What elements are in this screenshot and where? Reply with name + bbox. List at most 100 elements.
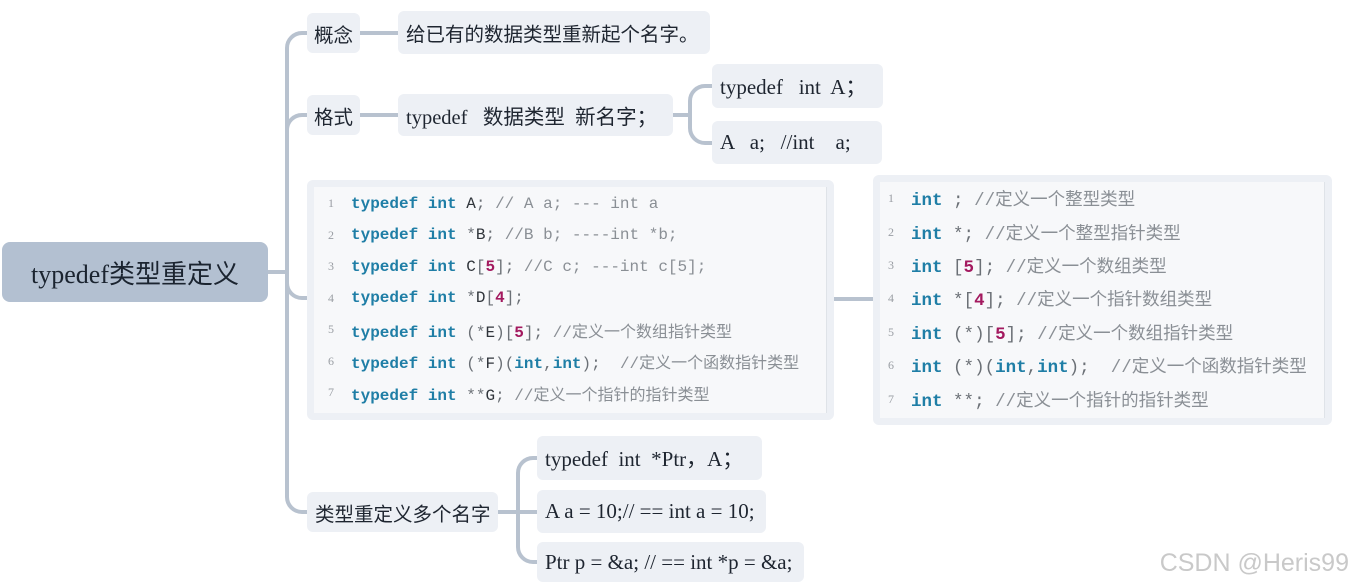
code-operator: ( (984, 358, 996, 379)
code-operator: ( (466, 355, 476, 374)
code-keyword: int (911, 358, 943, 379)
code-operator: [ (485, 289, 496, 308)
code-operator: [ (953, 257, 964, 278)
code-line: 7 typedef int **G; //定义一个指针的指针类型 (314, 377, 826, 409)
code-comment: //定义一个指针的指针类型 (995, 391, 1209, 412)
code-comment: //定义一个指针的指针类型 (514, 386, 710, 405)
code-operator: ( (466, 323, 476, 342)
line-number: 4 (328, 290, 334, 305)
code-comment: //定义一个整型类型 (974, 191, 1136, 212)
code-block-body: 1 int ; //定义一个整型类型 2 int *; //定义一个整型指针类型… (880, 182, 1325, 418)
code-keyword: typedef (351, 289, 419, 308)
code-line: 5 int (*)[5]; //定义一个数组指针类型 (880, 316, 1324, 349)
code-operator: ) (495, 355, 505, 374)
code-keyword: int (995, 358, 1027, 379)
code-operator: ] (495, 257, 505, 276)
code-text: typedef int (*E)[5]; //定义一个数组指针类型 (348, 318, 732, 342)
multi-names-example-text: typedef int *Ptr，A； (545, 447, 744, 471)
code-text: int **; //定义一个指针的指针类型 (902, 387, 1209, 412)
code-identifier: E (485, 323, 496, 342)
code-operator: ( (504, 355, 515, 374)
watermark: CSDN @Heris99 (1159, 549, 1349, 577)
code-operator: ] (523, 323, 534, 342)
topic-concept: 概念 (307, 13, 360, 53)
code-text: int ; //定义一个整型类型 (902, 186, 1135, 211)
code-identifier: A (466, 194, 476, 213)
code-keyword: typedef (351, 355, 419, 374)
code-operator: ; (485, 226, 496, 245)
root-topic-label: typedef类型重定义 (31, 259, 239, 289)
code-keyword: int (911, 291, 943, 312)
code-keyword: int (427, 257, 457, 276)
topic-format-label: 格式 (314, 107, 354, 129)
code-operator: ) (581, 355, 592, 374)
code-operator: [ (963, 291, 975, 312)
code-operator: * (963, 358, 975, 379)
code-keyword: typedef (351, 226, 419, 245)
root-topic: typedef类型重定义 (2, 242, 268, 302)
code-line: 2 typedef int *B; //B b; ----int *b; (314, 220, 826, 252)
code-operator: ; (533, 323, 544, 342)
code-keyword: int (427, 386, 457, 405)
code-text: int *[4]; //定义一个指针数组类型 (902, 286, 1212, 311)
line-number: 2 (888, 224, 894, 239)
topic-multi-names: 类型重定义多个名字 (307, 492, 498, 532)
line-number: 5 (888, 324, 894, 339)
line-number: 3 (888, 257, 894, 272)
code-operator: [ (984, 324, 996, 345)
code-comment: //定义一个整型指针类型 (984, 224, 1181, 245)
format-example-text: A a; //int a; (720, 130, 851, 154)
code-keyword: typedef (351, 257, 419, 276)
topic-format: 格式 (307, 95, 360, 135)
connector-trunk-multi-names (285, 270, 311, 514)
line-number: 7 (888, 391, 894, 406)
code-keyword: int (911, 324, 943, 345)
code-text: int (*)(int,int); //定义一个函数指针类型 (902, 353, 1307, 378)
connector-trunk-code (285, 281, 311, 300)
code-number: 4 (974, 291, 985, 312)
code-text: typedef int **G; //定义一个指针的指针类型 (348, 381, 710, 405)
code-keyword: int (427, 355, 457, 374)
code-line: 6 typedef int (*F)(int,int); //定义一个函数指针类… (314, 346, 826, 378)
code-line: 4 typedef int *D[4]; (314, 283, 826, 315)
code-operator: * (953, 291, 964, 312)
line-number: 5 (328, 322, 334, 337)
code-operator: ; (995, 291, 1006, 312)
code-operator: , (543, 355, 553, 374)
topic-format-syntax: typedef 数据类型 新名字； (398, 94, 673, 136)
code-comment: //定义一个数组指针类型 (552, 323, 732, 342)
code-operator: * (963, 324, 975, 345)
code-block-typedef-declarations: 1 typedef int A; // A a; --- int a 2 typ… (307, 180, 834, 420)
line-number: 4 (888, 291, 894, 306)
code-operator: ] (504, 289, 515, 308)
code-identifier: F (485, 355, 496, 374)
code-identifier: G (485, 386, 496, 405)
code-operator: ) (1068, 358, 1080, 379)
multi-names-example-text: Ptr p = &a; // == int *p = &a; (545, 549, 793, 574)
code-line: 1 typedef int A; // A a; --- int a (314, 188, 826, 220)
code-comment: //C c; ---int c[5]; (523, 257, 707, 276)
code-operator: ; (963, 224, 975, 245)
code-operator: ; (475, 194, 486, 213)
line-number: 6 (328, 353, 334, 368)
code-number: 5 (514, 323, 524, 342)
topic-format-example: A a; //int a; (712, 121, 882, 164)
code-block-type-meanings: 1 int ; //定义一个整型类型 2 int *; //定义一个整型指针类型… (873, 175, 1332, 425)
format-example-text: typedef int A； (720, 75, 867, 99)
code-text: typedef int *D[4]; (348, 289, 524, 307)
code-text: int [5]; //定义一个数组类型 (902, 253, 1167, 278)
code-operator: ; (1079, 358, 1090, 379)
code-comment: //B b; ----int *b; (504, 226, 678, 245)
code-text: typedef int *B; //B b; ----int *b; (348, 226, 678, 244)
code-operator: ; (504, 257, 515, 276)
code-operator: ; (495, 386, 505, 405)
code-operator: [ (504, 323, 515, 342)
code-number: 4 (495, 289, 505, 308)
line-number: 1 (888, 191, 894, 206)
code-text: typedef int (*F)(int,int); //定义一个函数指针类型 (348, 349, 799, 373)
code-comment: //定义一个函数指针类型 (619, 355, 800, 374)
code-operator: * (466, 289, 476, 308)
code-keyword: int (911, 191, 943, 212)
code-line: 1 int ; //定义一个整型类型 (880, 182, 1324, 215)
code-block-body: 1 typedef int A; // A a; --- int a 2 typ… (314, 187, 827, 413)
